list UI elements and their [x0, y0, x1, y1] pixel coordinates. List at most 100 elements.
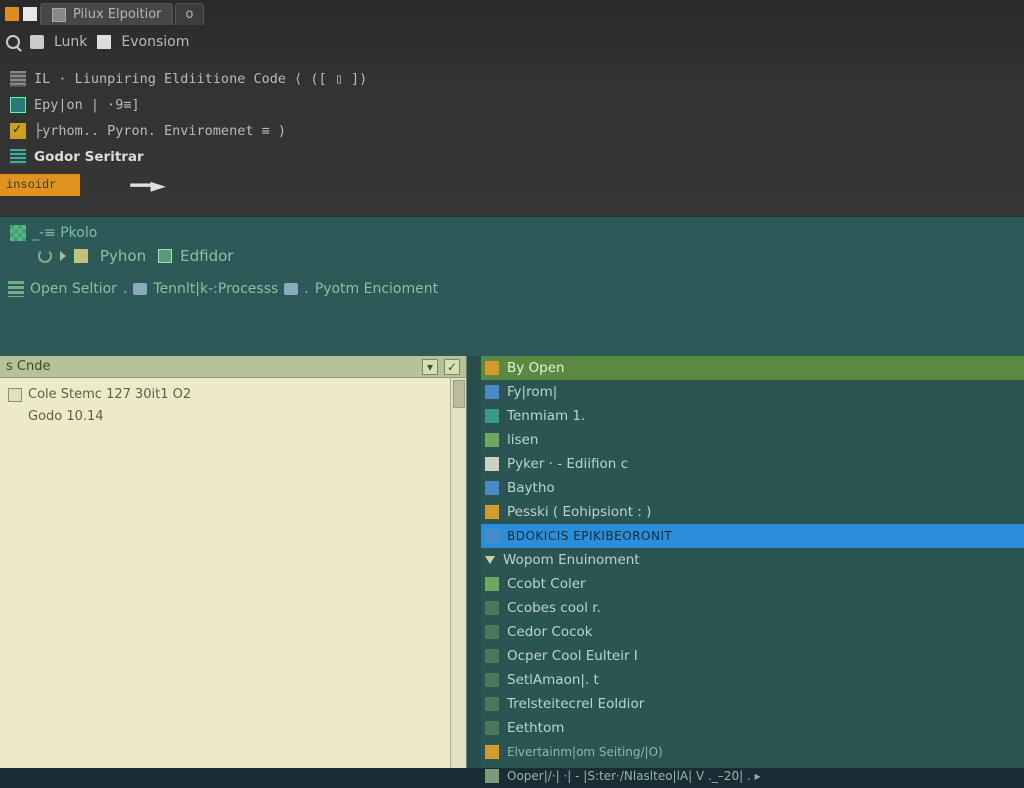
list-item[interactable]: Ccobt Coler	[481, 572, 1024, 596]
mid-row: Pyhon Edfidor	[0, 241, 1024, 265]
list-item-label: Ccobes cool r.	[507, 600, 601, 616]
list-item[interactable]: Cole Stemc 127 30it1 O2	[8, 384, 458, 406]
list-item[interactable]: Ccobes cool r.	[481, 596, 1024, 620]
list-item-label: Trelsteitecrel Eoldior	[507, 696, 644, 712]
square-icon	[5, 7, 19, 21]
active-tab-row: insoidr ━━►	[0, 172, 1024, 198]
section-item[interactable]: Godor Seritrar	[6, 144, 1024, 170]
tool-icon[interactable]	[30, 35, 44, 49]
square-icon	[23, 7, 37, 21]
breadcrumb-row: Open Seltior Tennlt|k-:Processs Pyotm En…	[0, 265, 1024, 297]
play-icon[interactable]	[60, 251, 66, 261]
mid-label[interactable]: Edfidor	[180, 247, 233, 265]
breadcrumb-item[interactable]: Open Seltior	[30, 281, 117, 297]
list-item-label: Pyker · - Ediifion c	[507, 456, 628, 472]
image-icon	[284, 283, 298, 295]
list-item[interactable]: Pyker · - Ediifion c	[481, 452, 1024, 476]
square-icon	[485, 625, 499, 639]
pane-title: s Cnde	[6, 359, 50, 374]
list-item-label: BDOKICIS EPIKIBEORONIT	[507, 529, 672, 543]
mid-label[interactable]: Pyhon	[100, 247, 146, 265]
square-icon	[485, 481, 499, 495]
list-icon	[10, 71, 26, 87]
list-icon	[10, 149, 26, 165]
square-icon	[485, 697, 499, 711]
right-pane: By OpenFy|rom| Tenmiam 1. lisen Pyker · - E…	[467, 356, 1024, 768]
square-icon	[485, 433, 499, 447]
list-item[interactable]: Ocper Cool Eulteir I	[481, 644, 1024, 668]
section-list: IL · Liunpiring Eldiitione Code ⟨ ([ ▯ ]…	[0, 56, 1024, 170]
square-icon	[485, 385, 499, 399]
list-item[interactable]: Wopom Enuinoment	[481, 548, 1024, 572]
list-item-label: Elvertainm|om Seiting/|O)	[507, 745, 663, 759]
toolbar-label[interactable]: Lunk	[54, 34, 87, 50]
check-icon[interactable]: ✓	[444, 359, 460, 375]
mid-label: _-≡ Pkolo	[32, 225, 97, 241]
image-icon	[133, 283, 147, 295]
list-item[interactable]: SetlAmaon|. t	[481, 668, 1024, 692]
square-icon	[485, 721, 499, 735]
breadcrumb-item[interactable]: Tennlt|k-:Processs	[153, 281, 278, 297]
breadcrumb-item[interactable]: Pyotm Encioment	[315, 281, 438, 297]
section-item[interactable]: IL · Liunpiring Eldiitione Code ⟨ ([ ▯ ]…	[6, 66, 1024, 92]
list-item[interactable]: Godo 10.14	[8, 406, 458, 428]
list-item-label: Wopom Enuinoment	[503, 552, 640, 568]
square-icon	[485, 769, 499, 783]
square-icon	[485, 361, 499, 375]
square-icon	[485, 409, 499, 423]
window-tabbar: Pilux Elpoitior o	[0, 0, 1024, 28]
badge-icon	[10, 97, 26, 113]
list-item[interactable]: Cedor Cocok	[481, 620, 1024, 644]
tab-secondary[interactable]: o	[175, 3, 205, 25]
square-icon	[485, 601, 499, 615]
section-label: IL · Liunpiring Eldiitione Code ⟨ ([ ▯ ]…	[34, 71, 367, 87]
grid-icon[interactable]	[8, 281, 24, 297]
list-item-label: Godo 10.14	[28, 409, 104, 424]
square-icon	[74, 249, 88, 263]
list-item-label: Tenmiam 1.	[507, 408, 585, 424]
refresh-icon[interactable]	[38, 249, 52, 263]
square-icon	[485, 529, 499, 543]
list-item[interactable]: BDOKICIS EPIKIBEORONIT	[481, 524, 1024, 548]
square-icon	[485, 577, 499, 591]
dropdown-icon[interactable]: ▾	[422, 359, 438, 375]
list-item[interactable]: Pesski ( Eohipsiont : )	[481, 500, 1024, 524]
active-tab-chip[interactable]: insoidr	[0, 174, 80, 196]
list-item[interactable]: Eethtom	[481, 716, 1024, 740]
section-item[interactable]: ├yrhom.. Pyron. Enviromenet ≡ )	[6, 118, 1024, 144]
left-pane: s Cnde ▾ ✓ Cole Stemc 127 30it1 O2 Godo …	[0, 356, 467, 768]
right-list: By OpenFy|rom| Tenmiam 1. lisen Pyker · - E…	[481, 356, 1024, 788]
section-item[interactable]: Epy|on | ·9≡]	[6, 92, 1024, 118]
tab-label: Pilux Elpoitior	[73, 7, 162, 22]
scrollbar[interactable]	[450, 378, 466, 768]
square-icon	[485, 505, 499, 519]
list-item[interactable]: lisen	[481, 428, 1024, 452]
separator-icon	[304, 281, 308, 297]
mid-row: _-≡ Pkolo	[0, 217, 1024, 241]
list-item[interactable]: Tenmiam 1.	[481, 404, 1024, 428]
list-item[interactable]: Trelsteitecrel Eoldior	[481, 692, 1024, 716]
square-icon	[485, 457, 499, 471]
list-item-label: lisen	[507, 432, 538, 448]
list-item-label: Eethtom	[507, 720, 564, 736]
square-icon	[485, 649, 499, 663]
list-item[interactable]: Fy|rom|	[481, 380, 1024, 404]
list-item[interactable]: Elvertainm|om Seiting/|O)	[481, 740, 1024, 764]
scrollbar-thumb[interactable]	[453, 380, 465, 408]
tab-editor[interactable]: Pilux Elpoitior	[40, 3, 173, 25]
list-item-label: Cedor Cocok	[507, 624, 593, 640]
square-icon	[485, 745, 499, 759]
list-item[interactable]: Baytho	[481, 476, 1024, 500]
file-icon	[8, 388, 22, 402]
tab-label: o	[186, 7, 194, 22]
left-pane-body: Cole Stemc 127 30it1 O2 Godo 10.14	[0, 378, 466, 434]
toolbar-label[interactable]: Evonsiom	[121, 34, 189, 50]
list-item-label: Baytho	[507, 480, 555, 496]
search-icon[interactable]	[6, 35, 20, 49]
file-icon	[52, 8, 66, 22]
scrollbar[interactable]	[467, 356, 481, 768]
mid-panel: _-≡ Pkolo Pyhon Edfidor Open Seltior Ten…	[0, 216, 1024, 356]
arrow-right-icon[interactable]: ━━►	[130, 173, 163, 197]
list-item[interactable]: By Open	[481, 356, 1024, 380]
grid-icon[interactable]	[10, 225, 26, 241]
